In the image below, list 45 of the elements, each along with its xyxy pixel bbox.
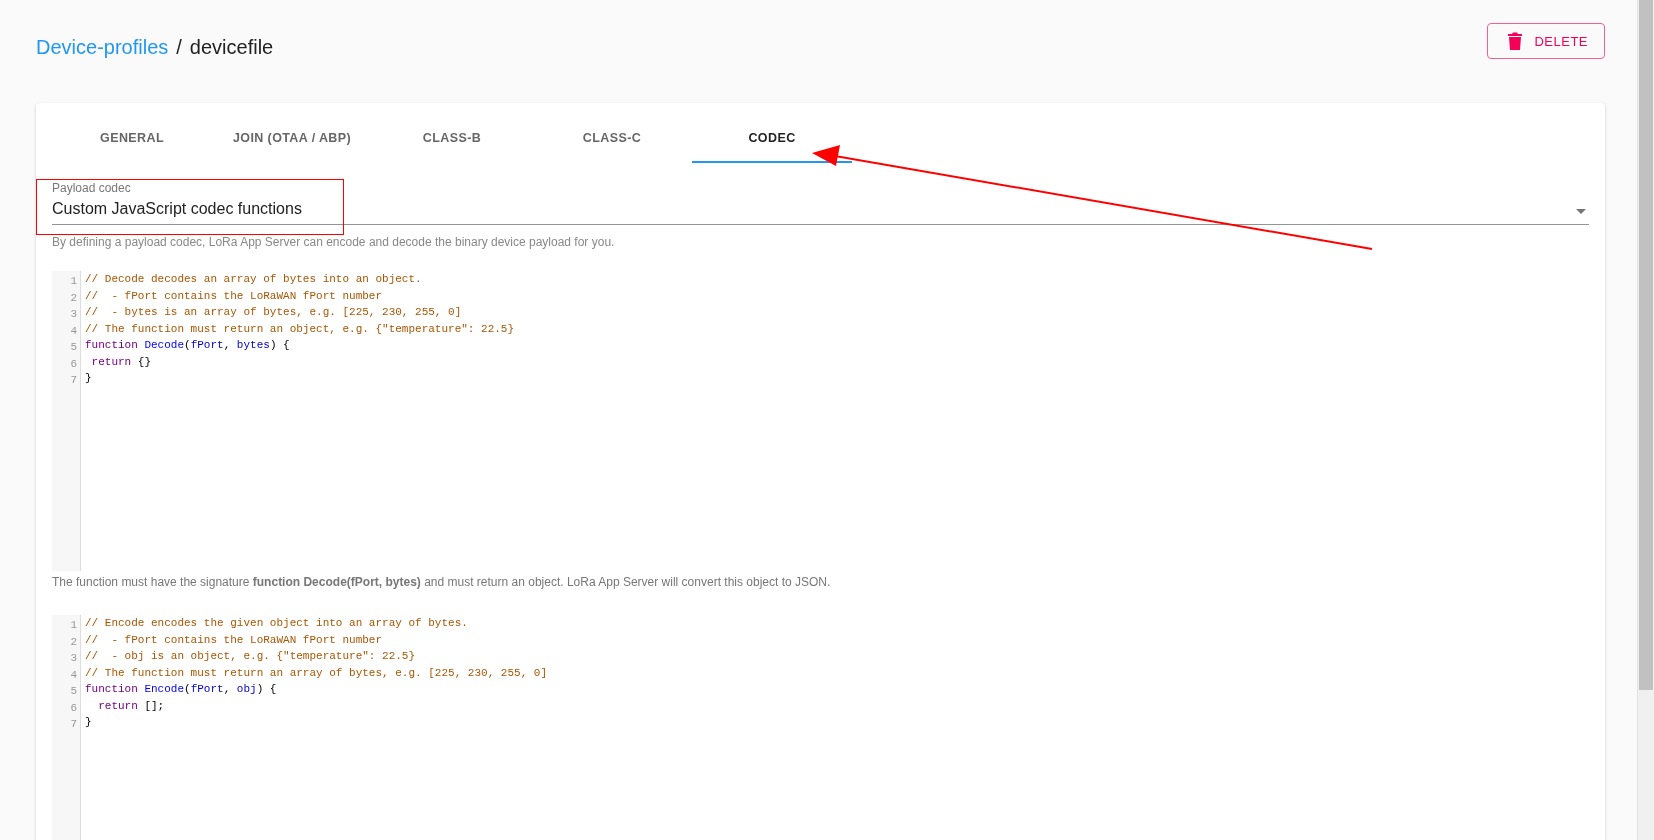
line-number: 6 bbox=[69, 356, 78, 372]
delete-button[interactable]: DELETE bbox=[1487, 23, 1605, 59]
line-number: 7 bbox=[69, 717, 78, 732]
field-label: Payload codec bbox=[52, 181, 131, 195]
code-line: } bbox=[85, 372, 93, 386]
line-number: 2 bbox=[69, 634, 78, 650]
payload-codec-select[interactable]: Payload codec Custom JavaScript codec functions bbox=[52, 181, 1589, 225]
tab[interactable]: CLASS-B bbox=[372, 103, 532, 163]
page-title: devicefile bbox=[189, 36, 274, 59]
code-line: // - bytes is an array of bytes, e.g. [225, 230, 255, 0] bbox=[85, 306, 463, 320]
caret-icon bbox=[1576, 209, 1586, 214]
code-line: // The function must return an object, e.g. {"temperature": 22.5} bbox=[85, 322, 515, 337]
tab[interactable]: CLASS-C bbox=[532, 103, 692, 163]
code-line: } bbox=[85, 716, 93, 730]
breadcrumb-link[interactable]: Device-profiles bbox=[36, 36, 169, 59]
select-value: Custom JavaScript codec functions bbox=[52, 200, 302, 218]
signature-note: The function must have the signature function Decode(fPort, bytes) and must return an object. LoRa App Server will convert this object to JSON. bbox=[52, 575, 832, 589]
tab[interactable]: JOIN (OTAA / ABP) bbox=[212, 103, 372, 163]
line-number: 1 bbox=[69, 618, 78, 633]
line-number: 4 bbox=[69, 667, 78, 683]
line-number: 3 bbox=[69, 651, 78, 666]
code-line: return []; bbox=[97, 699, 166, 714]
breadcrumb-separator: / bbox=[176, 36, 182, 59]
line-number: 4 bbox=[69, 323, 78, 339]
code-line: // - fPort contains the LoRaWAN fPort number bbox=[85, 289, 384, 304]
code-line: // Encode encodes the given object into an array of bytes. bbox=[85, 617, 469, 631]
line-number: 7 bbox=[69, 373, 78, 388]
line-number: 1 bbox=[69, 274, 78, 289]
scrollbar[interactable] bbox=[1638, 0, 1654, 840]
code-line: // Decode decodes an array of bytes into an object. bbox=[85, 273, 423, 287]
code-line: // - obj is an object, e.g. {"temperature": 22.5} bbox=[85, 650, 417, 664]
line-number: 3 bbox=[69, 307, 78, 322]
line-number: 2 bbox=[69, 290, 78, 306]
line-number: 5 bbox=[69, 340, 78, 355]
line-number: 5 bbox=[69, 684, 78, 699]
helper-text: By defining a payload codec, LoRa App Server can encode and decode the binary device payload for you. bbox=[52, 235, 616, 249]
code-line: function Decode(fPort, bytes) { bbox=[85, 339, 291, 353]
trash-icon bbox=[1508, 32, 1523, 50]
code-line: function Encode(fPort, obj) { bbox=[85, 683, 278, 697]
line-number: 6 bbox=[69, 700, 78, 716]
tab[interactable]: GENERAL bbox=[52, 103, 212, 163]
scrollbar-thumb[interactable] bbox=[1639, 0, 1653, 690]
code-line: // The function must return an array of bytes, e.g. [225, 230, 255, 0] bbox=[85, 666, 548, 681]
code-line: return {} bbox=[90, 355, 152, 370]
code-line: // - fPort contains the LoRaWAN fPort number bbox=[85, 633, 384, 648]
